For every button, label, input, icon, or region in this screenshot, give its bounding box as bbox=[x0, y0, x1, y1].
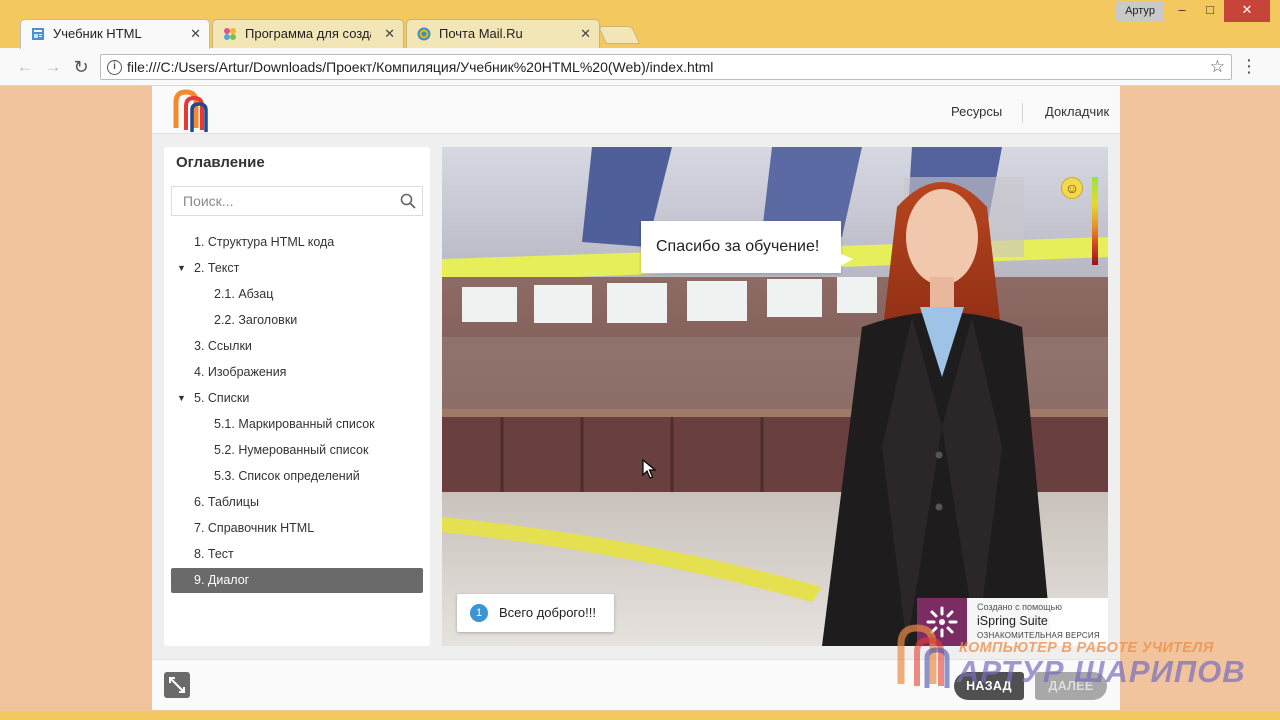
branding-line-2: iSpring Suite bbox=[977, 614, 1048, 628]
player-header: Ресурсы Докладчик bbox=[152, 86, 1120, 134]
info-icon[interactable]: i bbox=[107, 60, 122, 75]
toc-item-label: 6. Таблицы bbox=[194, 495, 259, 509]
toc-item-label: 7. Справочник HTML bbox=[194, 521, 315, 535]
menu-dots-icon[interactable]: ⋮ bbox=[1240, 56, 1258, 78]
toc-item[interactable]: 6. Таблицы bbox=[171, 489, 423, 515]
tab-label: Почта Mail.Ru bbox=[439, 26, 523, 41]
expand-triangle-icon[interactable]: ▼ bbox=[177, 385, 186, 411]
toc-item[interactable]: 2.2. Заголовки bbox=[171, 307, 423, 333]
profile-badge[interactable]: Артур bbox=[1116, 1, 1164, 21]
toc-item[interactable]: 5.1. Маркированный список bbox=[171, 411, 423, 437]
toc-item-label: 5.3. Список определений bbox=[214, 469, 360, 483]
fullscreen-button[interactable] bbox=[164, 672, 190, 698]
header-divider bbox=[1022, 103, 1023, 123]
resources-link[interactable]: Ресурсы bbox=[951, 86, 1002, 138]
toc-item[interactable]: ▼ 5. Списки bbox=[171, 385, 423, 411]
forward-arrow-icon[interactable]: → bbox=[42, 56, 64, 78]
toc-item[interactable]: 5.2. Нумерованный список bbox=[171, 437, 423, 463]
tab-label: Программа для создания bbox=[245, 26, 371, 41]
smiley-icon: ☺ bbox=[1061, 177, 1083, 199]
presenter-link[interactable]: Докладчик bbox=[1045, 86, 1109, 138]
course-logo bbox=[173, 89, 208, 132]
toc-item-label: 2.1. Абзац bbox=[214, 287, 274, 301]
sidebar: Оглавление 1. Структура HTML кода ▼2. Те… bbox=[164, 147, 430, 646]
tab-close-icon[interactable]: ✕ bbox=[190, 20, 201, 48]
ispring-flower-icon bbox=[917, 598, 967, 646]
toc-item[interactable]: 2.1. Абзац bbox=[171, 281, 423, 307]
reply-option[interactable]: 1 Всего доброго!!! bbox=[457, 594, 614, 632]
speech-bubble: Спасибо за обучение! bbox=[641, 221, 853, 273]
toc-item-label: 2.2. Заголовки bbox=[214, 313, 298, 327]
browser-titlebar: Артур – □ ✕ Учебник HTML ✕ Программа для… bbox=[0, 0, 1280, 49]
next-button[interactable]: ДАЛЕЕ bbox=[1035, 672, 1107, 700]
toc-item-label: 5.2. Нумерованный список bbox=[214, 443, 369, 457]
toc-list: 1. Структура HTML кода ▼ 2. Текст 2.1. Аб… bbox=[171, 229, 423, 593]
toc-item-label: 9. Диалог bbox=[194, 573, 250, 587]
tab-label: Учебник HTML bbox=[53, 26, 142, 41]
window-frame-bottom bbox=[0, 711, 1280, 720]
pinwheel-icon bbox=[224, 28, 236, 40]
toc-item[interactable]: 1. Структура HTML кода bbox=[171, 229, 423, 255]
tab-mail[interactable]: Почта Mail.Ru ✕ bbox=[406, 19, 600, 48]
url-text[interactable]: file:///C:/Users/Artur/Downloads/Проект/… bbox=[127, 55, 713, 79]
slide-stage: Спасибо за обучение! ☺ 1 Всего доброго!!… bbox=[442, 147, 1108, 646]
mail-at-icon bbox=[417, 27, 431, 41]
reload-icon[interactable]: ↻ bbox=[70, 56, 92, 78]
toc-item[interactable]: ▼ 2. Текст bbox=[171, 255, 423, 281]
search-box bbox=[171, 186, 423, 216]
player: Ресурсы Докладчик Оглавление 1. Структур… bbox=[152, 86, 1120, 710]
toc-item-label: 5.1. Маркированный список bbox=[214, 417, 375, 431]
reply-number-badge: 1 bbox=[470, 604, 488, 622]
search-icon[interactable] bbox=[400, 193, 416, 209]
maximize-button[interactable]: □ bbox=[1196, 0, 1224, 22]
tab-html-tutorial[interactable]: Учебник HTML ✕ bbox=[20, 19, 210, 49]
close-window-button[interactable]: ✕ bbox=[1224, 0, 1270, 22]
branding-line-1: Создано с помощью bbox=[977, 602, 1062, 612]
toc-item[interactable]: 7. Справочник HTML bbox=[171, 515, 423, 541]
minimize-button[interactable]: – bbox=[1168, 0, 1196, 22]
mouse-cursor-icon bbox=[642, 459, 656, 479]
new-tab-button[interactable] bbox=[597, 26, 641, 44]
toc-item-label: 8. Тест bbox=[194, 547, 234, 561]
toc-item[interactable]: 3. Ссылки bbox=[171, 333, 423, 359]
toc-item-label: 3. Ссылки bbox=[194, 339, 252, 353]
toc-item-label: 4. Изображения bbox=[194, 365, 287, 379]
toc-item[interactable]: 5.3. Список определений bbox=[171, 463, 423, 489]
toc-item-label: 1. Структура HTML кода bbox=[194, 235, 335, 249]
branding-line-3: ОЗНАКОМИТЕЛЬНАЯ ВЕРСИЯ bbox=[977, 631, 1100, 640]
back-button[interactable]: НАЗАД bbox=[954, 672, 1024, 700]
search-input[interactable] bbox=[172, 187, 396, 215]
reply-text: Всего доброго!!! bbox=[499, 605, 596, 620]
expand-triangle-icon[interactable]: ▼ bbox=[177, 255, 186, 281]
ispring-branding[interactable]: Создано с помощью iSpring Suite ОЗНАКОМИ… bbox=[917, 598, 1108, 646]
mood-meter bbox=[1092, 177, 1098, 265]
tab-close-icon[interactable]: ✕ bbox=[580, 20, 591, 48]
back-arrow-icon[interactable]: ← bbox=[14, 56, 36, 78]
tab-program[interactable]: Программа для создания ✕ bbox=[212, 19, 404, 48]
player-bottom-bar: НАЗАД ДАЛЕЕ bbox=[152, 659, 1120, 710]
bookmark-star-icon[interactable]: ☆ bbox=[1210, 55, 1225, 79]
address-bar[interactable]: i file:///C:/Users/Artur/Downloads/Проек… bbox=[100, 54, 1232, 80]
page-icon bbox=[32, 28, 44, 40]
sidebar-title: Оглавление bbox=[176, 154, 265, 171]
toc-item[interactable]: 4. Изображения bbox=[171, 359, 423, 385]
tab-close-icon[interactable]: ✕ bbox=[384, 20, 395, 48]
fullscreen-icon bbox=[169, 677, 185, 693]
toc-item[interactable]: 8. Тест bbox=[171, 541, 423, 567]
toc-item-active[interactable]: 9. Диалог bbox=[171, 568, 423, 593]
browser-toolbar: ← → ↻ i file:///C:/Users/Artur/Downloads… bbox=[0, 48, 1280, 86]
